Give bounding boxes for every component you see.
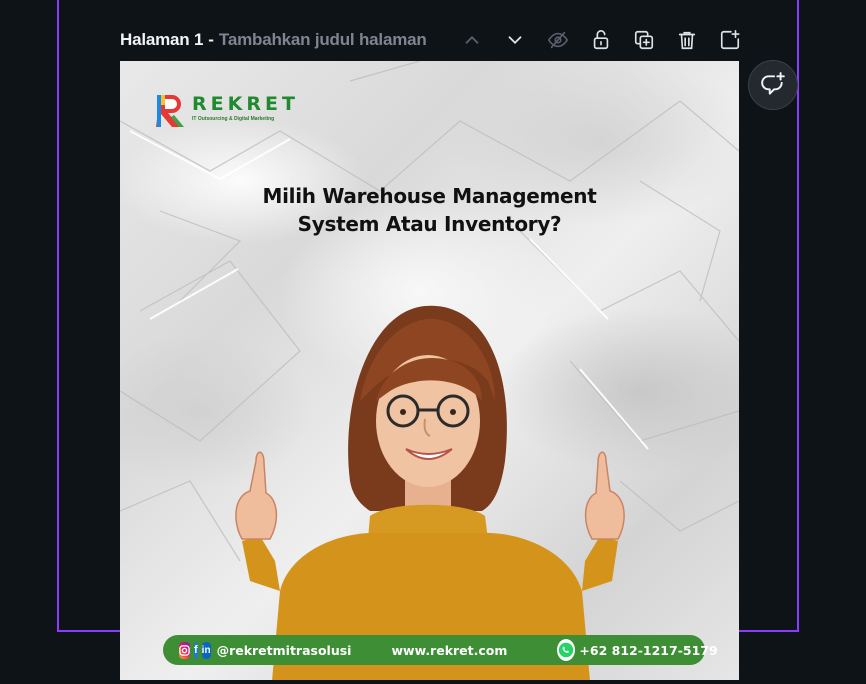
duplicate-icon [634,30,653,50]
page-actions [450,24,751,56]
hide-page-button[interactable] [536,24,579,56]
add-page-icon [720,30,740,50]
move-page-down-button[interactable] [493,24,536,56]
instagram-icon [179,641,190,659]
chevron-up-icon [465,35,478,44]
headline-line-2: System Atau Inventory? [297,212,562,236]
page-label: Halaman 1 [120,30,204,49]
logo-name: REKRET [192,93,299,115]
social-handle: @rekretmitrasolusi [216,642,352,658]
brand-logo: REKRET IT Outsourcing & Digital Marketin… [156,93,299,129]
move-page-up-button[interactable] [450,24,493,56]
lock-page-button[interactable] [579,24,622,56]
logo-tagline: IT Outsourcing & Digital Marketing [192,116,275,122]
phone-number: +62 812-1217-5179 [579,642,718,658]
trash-icon [678,31,695,50]
page-title-input[interactable]: Tambahkan judul halaman [219,30,427,50]
unlock-icon [593,30,608,50]
delete-page-button[interactable] [665,24,708,56]
headline-line-1: Milih Warehouse Management [262,184,597,208]
facebook-icon: f [194,641,198,659]
contact-footer-bar: f in @rekretmitrasolusi www.rekret.com +… [163,635,718,665]
whatsapp-icon [557,639,576,661]
page-label-separator: - [208,30,214,49]
rekret-logo-icon [156,95,184,127]
chevron-down-icon [508,36,521,45]
add-page-button[interactable] [708,24,751,56]
add-comment-icon [761,72,785,95]
linkedin-icon: in [201,641,211,659]
headline-text[interactable]: Milih Warehouse Management System Atau I… [120,182,739,238]
page-toolbar: Halaman 1 - Tambahkan judul halaman [120,24,740,56]
eye-off-icon [547,31,568,49]
duplicate-page-button[interactable] [622,24,665,56]
woman-pointing-up-photo[interactable] [220,281,640,680]
design-canvas[interactable]: REKRET IT Outsourcing & Digital Marketin… [120,61,739,680]
add-comment-button[interactable] [748,60,798,110]
website-url: www.rekret.com [391,642,508,658]
